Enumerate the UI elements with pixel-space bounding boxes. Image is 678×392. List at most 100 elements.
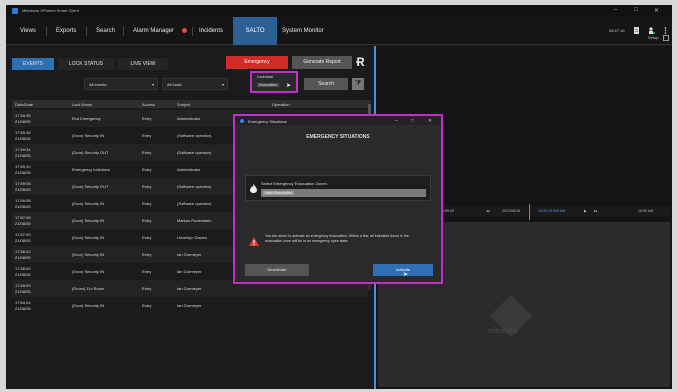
cell-time: 17:59:35 — [15, 129, 31, 135]
cell-lock-name: (Door) Security IN — [72, 302, 105, 308]
cell-date: 21/08/05 — [15, 186, 31, 192]
more-options-icon[interactable] — [662, 27, 669, 34]
menu-item-evacuation[interactable]: Evacuation — [257, 83, 279, 87]
cell-subject: Llewellyn Davies — [177, 234, 207, 240]
cell-date: 21/08/05 — [15, 203, 31, 209]
cell-date: 21/08/05 — [15, 237, 31, 243]
events-table-header: Date/Date Lock Name Access Subject Opera… — [12, 100, 368, 108]
maximize-button[interactable]: □ — [634, 7, 638, 13]
cell-date: 21/08/05 — [15, 288, 31, 294]
column-header-operation[interactable]: Operation — [272, 102, 290, 107]
menu-separator — [46, 27, 47, 36]
cell-subject: (Software operator) — [177, 200, 212, 206]
user-status-icon[interactable] — [648, 27, 655, 34]
search-button[interactable]: Search — [304, 78, 348, 90]
skip-forward-icon[interactable]: ▸▸ — [594, 209, 598, 213]
cell-access: Entry — [142, 166, 152, 172]
cell-date: 21/08/05 — [15, 152, 31, 158]
emergency-situations-dialog: Emergency Situations – □ ✕ EMERGENCY SIT… — [233, 114, 443, 284]
app-window: Milestone XProtect Smart Client – □ ✕ Vi… — [6, 5, 672, 389]
menu-salto[interactable]: SALTO — [233, 17, 277, 45]
cell-lock-name: (Door) Security IN — [72, 268, 105, 274]
cell-time: 17:59:34 — [15, 146, 31, 152]
generate-report-button[interactable]: Generate Report — [292, 56, 352, 69]
events-filter-value: All events — [89, 82, 107, 87]
cell-time: 17:56:42 — [15, 248, 31, 254]
menu-separator — [123, 27, 124, 36]
menu-exports[interactable]: Exports — [56, 17, 76, 45]
play-icon[interactable]: ▶ — [584, 209, 587, 213]
dialog-title: Emergency Situations — [248, 118, 287, 124]
cell-lock-name: (Room) 1'lo Room — [72, 285, 105, 291]
warning-icon — [249, 237, 259, 246]
cell-access: Entry — [142, 132, 152, 138]
dialog-maximize-button[interactable]: □ — [411, 118, 414, 124]
menu-alarm-manager[interactable]: Alarm Manager — [133, 17, 174, 45]
timeline-date: 2021/08/16 — [502, 209, 520, 213]
column-header-access[interactable]: Access — [142, 102, 155, 107]
tab-live-view[interactable]: LIVE VIEW — [118, 58, 168, 70]
deactivate-button[interactable]: Deactivate — [245, 264, 309, 276]
cell-access: Entry — [142, 200, 152, 206]
chevron-down-icon: ▾ — [151, 82, 154, 87]
cell-subject: (Software operator) — [177, 183, 212, 189]
locks-filter-value: All locks — [167, 82, 182, 87]
menu-search[interactable]: Search — [96, 17, 115, 45]
timeline-playhead[interactable] — [529, 204, 530, 220]
dialog-minimize-button[interactable]: – — [395, 118, 398, 124]
cell-date: 21/08/05 — [15, 254, 31, 260]
cell-access: Entry — [142, 217, 152, 223]
minimize-button[interactable]: – — [614, 7, 617, 13]
zones-selector[interactable]: Main Evacuation — [261, 189, 426, 197]
expand-icon[interactable] — [663, 35, 669, 41]
column-header-lock[interactable]: Lock Name — [72, 102, 92, 107]
column-header-date[interactable]: Date/Date — [15, 102, 33, 107]
app-logo-icon — [12, 8, 18, 14]
document-icon[interactable] — [633, 27, 640, 34]
cell-date: 21/08/05 — [15, 305, 31, 311]
cell-access: Entry — [142, 115, 152, 121]
evacuation-zones-section: Select Emergency Evacuation Zones: Main … — [245, 175, 431, 201]
filter-icon[interactable]: ⧩ — [352, 78, 364, 90]
menu-system-monitor[interactable]: System Monitor — [282, 17, 324, 45]
cell-access: Entry — [142, 234, 152, 240]
salto-logo-icon: Ɍ — [356, 55, 365, 69]
menu-item-lockdown[interactable]: Lockdown — [257, 75, 273, 79]
clock: 06:27:16 — [609, 28, 625, 33]
alarm-indicator-icon — [182, 28, 187, 33]
timeline-current-time: 10:26:13.000 AM — [538, 209, 566, 213]
fire-icon — [250, 184, 257, 193]
cell-time: 17:59:10 — [15, 163, 31, 169]
tab-lock-status[interactable]: LOCK STATUS — [58, 58, 114, 70]
dialog-title-bar: Emergency Situations – □ ✕ — [235, 116, 441, 125]
mouse-cursor-icon: ➤ — [286, 83, 292, 89]
tab-events[interactable]: EVENTS — [12, 58, 54, 70]
cell-date: 21/08/05 — [15, 220, 31, 226]
cell-time: 17:59:08 — [15, 180, 31, 186]
dialog-close-button[interactable]: ✕ — [428, 118, 432, 124]
column-header-subject[interactable]: Subject — [177, 102, 190, 107]
cell-access: Entry — [142, 268, 152, 274]
warning-message: You are about to activate an emergency e… — [265, 234, 409, 243]
events-filter-select[interactable]: All events ▾ — [84, 78, 158, 90]
cell-lock-name: (Door) Security IN — [72, 234, 105, 240]
cell-lock-name: (Door) Security IN — [72, 251, 105, 257]
cell-time: 17:57:06 — [15, 214, 31, 220]
cell-date: 21/08/05 — [15, 135, 31, 141]
menu-views[interactable]: Views — [20, 17, 36, 45]
cell-lock-name: End Emergency — [72, 115, 101, 121]
setup-link[interactable]: Setup — [648, 35, 658, 40]
menu-incidents[interactable]: Incidents — [199, 17, 223, 45]
cell-lock-name: (Door) Security OUT — [72, 149, 109, 155]
window-title: Milestone XProtect Smart Client — [22, 8, 79, 13]
close-button[interactable]: ✕ — [654, 7, 659, 14]
menu-separator — [192, 27, 193, 36]
locks-filter-select[interactable]: All locks ▾ — [162, 78, 228, 90]
cell-time: 17:56:00 — [15, 265, 31, 271]
table-row[interactable]: 17:54:04 21/08/05 (Door) Security IN Entry I… — [12, 297, 368, 314]
cell-access: Entry — [142, 251, 152, 257]
skip-back-icon[interactable]: ◂◂ — [486, 209, 490, 213]
cell-subject: Ian Gormeyer — [177, 268, 202, 274]
emergency-button[interactable]: Emergency — [226, 56, 288, 69]
zone-chip[interactable]: Main Evacuation — [263, 190, 294, 195]
